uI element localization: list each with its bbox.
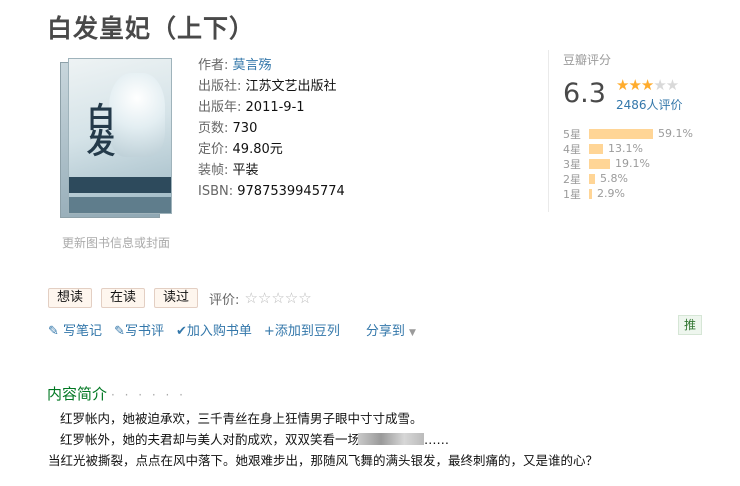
rate-label: 评价: (209, 292, 240, 308)
info-label: 出版社: (198, 79, 242, 94)
plus-icon: + (263, 324, 275, 339)
page-title: 白发皇妃（上下） (47, 14, 256, 43)
info-label: 装帧: (198, 163, 229, 178)
info-label: ISBN: (198, 184, 234, 199)
link-bar: ✎ 写笔记 ✎写书评 ✔加入购书单 +添加到豆列 分享到 ▼ (48, 320, 416, 339)
info-label: 定价: (198, 142, 229, 157)
dist-bar (589, 158, 610, 169)
pencil-icon: ✎ (48, 324, 59, 339)
rate-stars-input[interactable]: ☆☆☆☆☆ (244, 289, 311, 307)
intro-line-part: …… (424, 432, 450, 447)
info-value: 9787539945774 (237, 184, 345, 199)
author-link[interactable]: 莫言殇 (233, 58, 272, 73)
info-row-year: 出版年: 2011-9-1 (198, 97, 345, 118)
reading-button[interactable]: 在读 (101, 288, 146, 308)
cover-front: 白发 (68, 58, 172, 214)
dist-label: 4星 (563, 142, 581, 156)
intro-line: 红罗帐内，她被迫承欢，三千青丝在身上狂情男子眼中寸寸成雪。 (60, 411, 423, 426)
rating-label: 豆瓣评分 (563, 53, 612, 67)
dist-row: 2星 5.8% (563, 171, 693, 186)
dist-percent: 5.8% (600, 172, 628, 185)
rating-count-link[interactable]: 2486人评价 (616, 96, 683, 113)
write-review-link[interactable]: ✎写书评 (114, 320, 164, 339)
book-info: 作者: 莫言殇 出版社: 江苏文艺出版社 出版年: 2011-9-1 页数: 7… (198, 55, 345, 202)
blurred-redaction (358, 433, 425, 445)
intro-heading: 内容简介 · · · · · · (47, 383, 186, 404)
intro-heading-dots: · · · · · · (111, 388, 186, 402)
dist-label: 5星 (563, 127, 581, 141)
dist-label: 3星 (563, 157, 581, 171)
info-row-author: 作者: 莫言殇 (198, 55, 345, 76)
info-value: 江苏文艺出版社 (245, 79, 337, 94)
book-cover[interactable]: 白发 (60, 58, 172, 218)
info-label: 出版年: (198, 100, 242, 115)
rating-stars-icon: ★★★★★ (616, 76, 679, 94)
write-note-label: 写笔记 (63, 324, 103, 339)
cover-title-art: 白发 (87, 101, 116, 160)
dist-percent: 59.1% (658, 127, 693, 140)
rating-distribution: 5星 59.1% 4星 13.1% 3星 19.1% 2星 5.8% 1星 2.9% (563, 126, 693, 201)
cover-band-lower (69, 197, 171, 213)
info-row-pages: 页数: 730 (198, 118, 345, 139)
share-link[interactable]: 分享到 ▼ (366, 320, 416, 339)
cover-band (69, 177, 171, 193)
cover-illustration (109, 73, 165, 157)
dist-row: 5星 59.1% (563, 126, 693, 141)
dist-percent: 13.1% (608, 142, 643, 155)
recommend-button[interactable]: 推 (678, 315, 702, 335)
info-value: 平装 (232, 163, 259, 178)
rating-panel: 豆瓣评分 6.3 ★★★★★ 2486人评价 5星 59.1% 4星 13.1% 3… (548, 50, 698, 212)
dist-row: 4星 13.1% (563, 141, 693, 156)
write-review-label: 写书评 (124, 324, 164, 339)
dist-row: 1星 2.9% (563, 186, 693, 201)
info-value: 730 (232, 121, 258, 136)
star-filled-icon: ★★★ (616, 76, 654, 94)
intro-line: 当红光被撕裂，点点在风中落下。她艰难步出，那随风飞舞的满头银发，最终刺痛的，又是… (48, 453, 599, 468)
write-note-link[interactable]: ✎ 写笔记 (48, 320, 102, 339)
pencil-icon: ✎ (114, 324, 125, 339)
dist-label: 1星 (563, 187, 581, 201)
dist-bar (589, 143, 603, 154)
dist-percent: 19.1% (615, 157, 650, 170)
add-cart-link[interactable]: ✔加入购书单 (176, 320, 252, 339)
share-label: 分享到 (365, 324, 405, 339)
intro-line-part: 红罗帐外，她的夫君却与美人对酌成欢，双双笑看一场 (60, 432, 361, 447)
dist-row: 3星 19.1% (563, 156, 693, 171)
intro-line: 红罗帐外，她的夫君却与美人对酌成欢，双双笑看一场 …… (60, 429, 598, 450)
info-row-binding: 装帧: 平装 (198, 160, 345, 181)
rating-score: 6.3 (563, 78, 606, 109)
info-value: 49.80元 (232, 142, 283, 157)
intro-heading-text: 内容简介 (47, 385, 108, 403)
dist-bar (589, 173, 595, 184)
read-button[interactable]: 读过 (154, 288, 199, 308)
dist-bar (589, 188, 592, 199)
add-doulist-label: 添加到豆列 (274, 324, 340, 339)
info-row-publisher: 出版社: 江苏文艺出版社 (198, 76, 345, 97)
dist-bar (589, 128, 653, 139)
dist-percent: 2.9% (597, 187, 625, 200)
update-cover-link[interactable]: 更新图书信息或封面 (62, 234, 170, 251)
info-label: 作者: (198, 58, 229, 73)
add-cart-label: 加入购书单 (186, 324, 252, 339)
add-doulist-link[interactable]: +添加到豆列 (264, 320, 340, 339)
want-read-button[interactable]: 想读 (48, 288, 93, 308)
info-row-price: 定价: 49.80元 (198, 139, 345, 160)
star-empty-icon: ★★ (653, 76, 679, 94)
dist-label: 2星 (563, 172, 581, 186)
chevron-down-icon: ▼ (408, 328, 416, 338)
cart-icon: ✔ (175, 324, 187, 339)
intro-text: 红罗帐内，她被迫承欢，三千青丝在身上狂情男子眼中寸寸成雪。 红罗帐外，她的夫君却… (48, 408, 598, 471)
action-bar: 想读 在读 读过 评价: ☆☆☆☆☆ (48, 288, 312, 308)
info-row-isbn: ISBN: 9787539945774 (198, 181, 345, 202)
info-label: 页数: (198, 121, 229, 136)
info-value: 2011-9-1 (245, 100, 305, 115)
